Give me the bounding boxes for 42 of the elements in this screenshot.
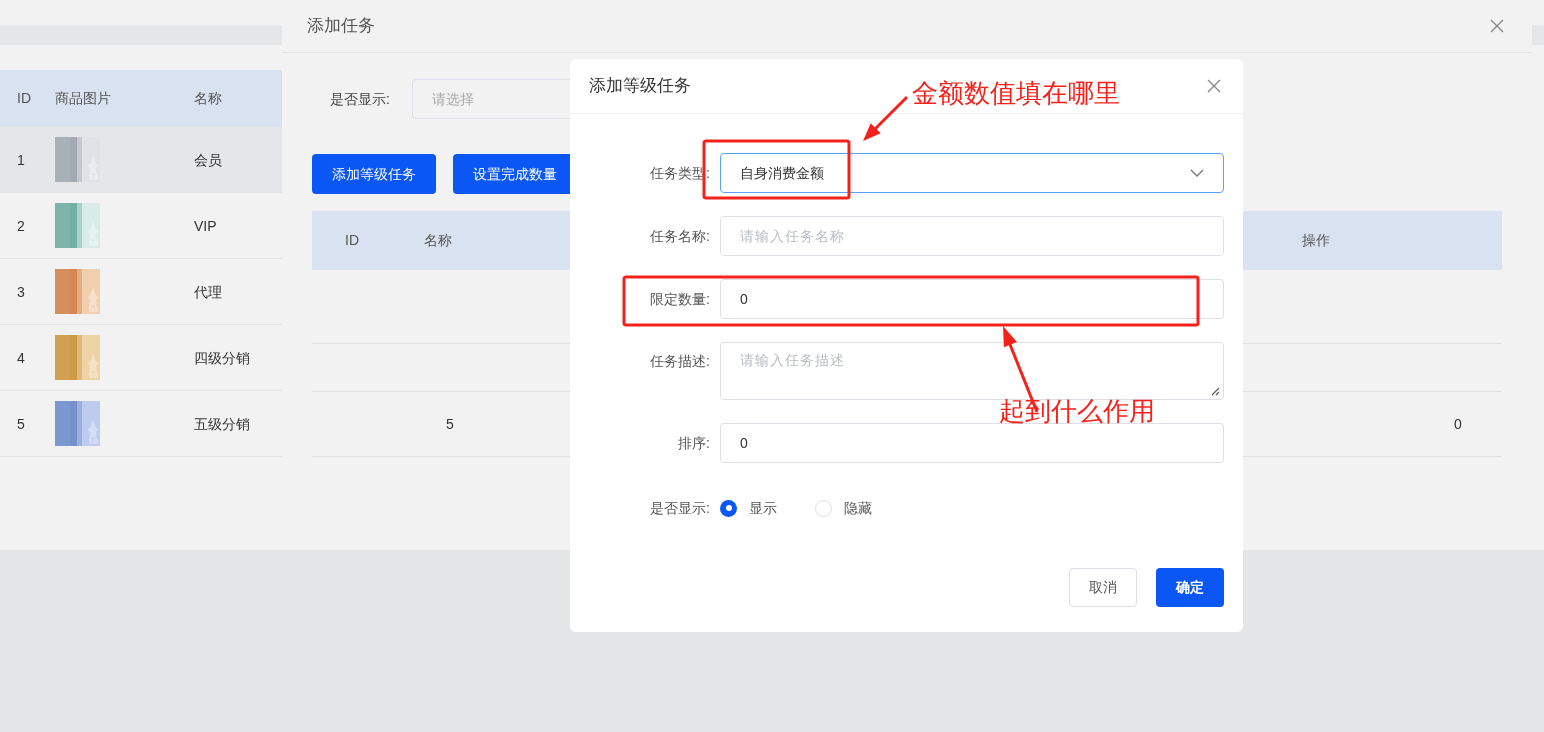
annotation-text: 金额数值填在哪里	[912, 77, 1120, 110]
table-row[interactable]: 1 会员	[0, 127, 282, 193]
radio-option[interactable]: 显示	[720, 497, 777, 519]
table-cell-text: 0	[1454, 414, 1462, 434]
table-cell: 会员	[193, 151, 222, 168]
radio-button[interactable]	[815, 499, 832, 517]
field-label: 是否显示:	[649, 498, 710, 518]
resize-handle-icon[interactable]	[1211, 387, 1220, 396]
radio-option[interactable]: 隐藏	[815, 497, 872, 519]
close-icon[interactable]	[1490, 19, 1504, 33]
field-label: 是否显示:	[330, 89, 391, 109]
table-cell: 2	[17, 217, 25, 234]
table-cell: 四级分销	[193, 349, 250, 366]
cancel-button[interactable]: 取消	[1069, 568, 1137, 607]
input-field[interactable]: 0	[720, 423, 1224, 463]
table-cell: VIP	[193, 217, 217, 234]
column-header: 商品图片	[54, 89, 112, 108]
primary-button[interactable]: 添加等级任务	[312, 154, 436, 194]
field-label: 任务描述:	[649, 352, 710, 371]
close-icon[interactable]	[1207, 79, 1221, 93]
confirm-button[interactable]: 确定	[1156, 568, 1224, 607]
field-label: 任务名称:	[649, 226, 710, 246]
column-header: 名称	[424, 231, 452, 250]
column-header: 操作	[1302, 231, 1330, 250]
select-field[interactable]: 自身消费金额	[720, 153, 1224, 193]
table-cell: 5	[17, 415, 25, 432]
column-header: ID	[345, 231, 359, 250]
field-label: 排序:	[677, 433, 710, 453]
chevron-down-icon	[1190, 169, 1204, 177]
table-cell: 1	[17, 151, 25, 168]
table-cell: 代理	[193, 283, 222, 300]
column-header: ID	[16, 89, 32, 108]
field-label: 限定数量:	[649, 289, 710, 309]
input-field[interactable]: 0	[720, 279, 1224, 319]
column-header: 名称	[193, 89, 223, 108]
radio-button[interactable]	[720, 499, 737, 517]
annotation-arrow	[863, 95, 909, 141]
table-cell: 五级分销	[193, 415, 250, 432]
panel-title: 添加任务	[307, 15, 375, 38]
table-cell: 3	[17, 283, 25, 300]
table-cell: 4	[17, 349, 25, 366]
table-cell-text: 5	[446, 414, 454, 434]
